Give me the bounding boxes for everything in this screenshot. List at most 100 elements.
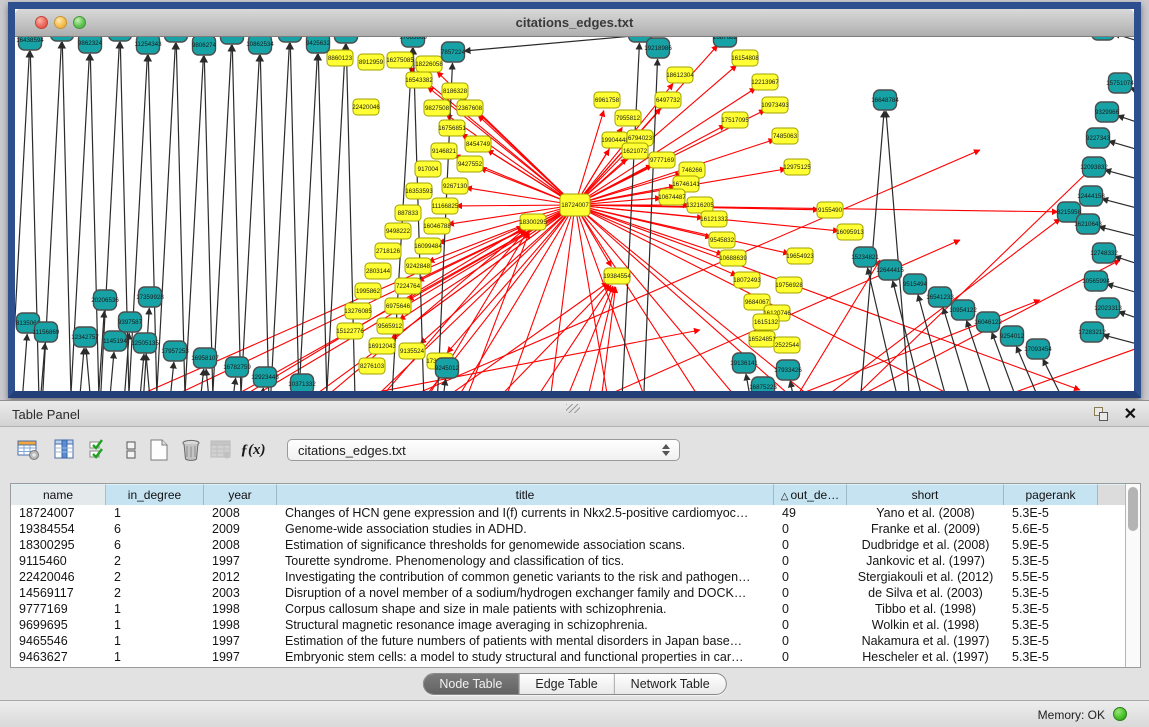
table-row[interactable]: 1830029562008Estimation of significance …	[11, 537, 1125, 553]
tab-network-table[interactable]: Network Table	[615, 674, 726, 694]
graph-edge	[229, 378, 236, 391]
cell-out_de: 0	[774, 521, 847, 537]
graph-edge	[1118, 312, 1134, 326]
graph-edge	[167, 362, 174, 391]
memory-status-label: Memory: OK	[1038, 708, 1105, 722]
cell-year: 2012	[204, 569, 277, 585]
column-header-short[interactable]: short	[847, 484, 1004, 505]
cell-name: 22420046	[11, 569, 106, 585]
table-row[interactable]: 1938455462009Genome-wide association stu…	[11, 521, 1125, 537]
vertical-scrollbar[interactable]	[1125, 484, 1140, 667]
graph-node-label: 1615132	[754, 319, 779, 326]
graph-node-label: 12923448	[251, 374, 279, 381]
table-select-dropdown[interactable]: citations_edges.txt	[287, 439, 680, 461]
import-table-disabled-icon[interactable]	[208, 437, 234, 463]
delete-table-icon[interactable]	[178, 437, 204, 463]
cell-in_degree: 2	[106, 585, 204, 601]
network-canvas[interactable]: 1872400718300295193845548860123891295916…	[15, 37, 1134, 391]
graph-node-label: 16210643	[1074, 221, 1102, 228]
graph-node-label: 9684067	[745, 299, 770, 306]
graph-node-label: 12644415	[876, 267, 904, 274]
graph-node-label: 18724007	[561, 202, 589, 209]
graph-node[interactable]	[335, 37, 358, 43]
column-header-in_degree[interactable]: in_degree	[106, 484, 204, 505]
cell-pagerank: 5.3E-5	[1004, 649, 1098, 665]
graph-edge	[257, 388, 263, 391]
network-window: citations_edges.txt 18724007183002951938…	[8, 2, 1141, 398]
scrollbar-thumb[interactable]	[1128, 487, 1138, 531]
cell-in_degree: 1	[106, 649, 204, 665]
graph-node[interactable]	[279, 37, 302, 42]
graph-node-label: 1995862	[356, 288, 381, 295]
graph-node-label: 22420046	[352, 104, 380, 111]
graph-node-label: 16543382	[405, 77, 433, 84]
table-panel-header: Table Panel ✕	[0, 400, 1149, 427]
graph-node-label: 12505135	[131, 340, 159, 347]
graph-edge	[120, 205, 575, 391]
dropdown-selected-value: citations_edges.txt	[298, 443, 406, 458]
graph-node-label: 16353593	[405, 188, 433, 195]
column-header-pagerank[interactable]: pagerank	[1004, 484, 1098, 505]
cell-year: 1997	[204, 649, 277, 665]
sort-ascending-icon: △	[781, 491, 789, 502]
table-row[interactable]: 1456911722003Disruption of a novel membe…	[11, 585, 1125, 601]
column-header-year[interactable]: year	[204, 484, 277, 505]
graph-edge	[1109, 141, 1134, 156]
graph-node-label: 16875223	[749, 384, 777, 391]
cell-in_degree: 1	[106, 617, 204, 633]
table-row[interactable]: 911546021997Tourette syndrome. Phenomeno…	[11, 553, 1125, 569]
tab-node-table[interactable]: Node Table	[423, 674, 519, 694]
function-builder-icon[interactable]: ƒ(x)	[240, 437, 266, 463]
column-header-title[interactable]: title	[277, 484, 774, 505]
select-all-rows-icon[interactable]	[86, 437, 112, 463]
dropdown-stepper-icon	[662, 444, 670, 456]
new-table-icon[interactable]	[146, 437, 172, 463]
cell-short: de Silva et al. (2003)	[847, 585, 1004, 601]
rows-icon[interactable]	[118, 437, 144, 463]
graph-node-label: 9862324	[78, 40, 103, 47]
window-titlebar[interactable]: citations_edges.txt	[15, 9, 1134, 37]
graph-node-label: 16046788	[423, 223, 451, 230]
float-panel-button[interactable]	[1094, 407, 1109, 422]
cell-title: Changes of HCN gene expression and I(f) …	[277, 505, 774, 521]
graph-edge	[1105, 170, 1134, 185]
graph-node-label: 9155490	[818, 207, 843, 214]
graph-node-label: 19136141	[730, 360, 758, 367]
tab-edge-table[interactable]: Edge Table	[519, 674, 614, 694]
column-header-out_de[interactable]: △out_de…	[774, 484, 847, 505]
graph-edge	[1043, 359, 1078, 391]
graph-node-label: 12213967	[751, 79, 779, 86]
table-row[interactable]: 2242004622012Investigating the contribut…	[11, 569, 1125, 585]
memory-status-indicator[interactable]	[1113, 707, 1127, 721]
graph-node-label: 8912959	[359, 59, 384, 66]
graph-node[interactable]	[165, 37, 188, 42]
graph-node-label: 8215958	[1057, 209, 1082, 216]
cell-title: Structural magnetic resonance image aver…	[277, 617, 774, 633]
table-row[interactable]: 946554611997Estimation of the future num…	[11, 633, 1125, 649]
table-row[interactable]: 1872400712008Changes of HCN gene express…	[11, 505, 1125, 521]
cell-name: 18300295	[11, 537, 106, 553]
split-pane-grip[interactable]	[566, 404, 580, 413]
table-row[interactable]: 969969511998Structural magnetic resonanc…	[11, 617, 1125, 633]
table-row[interactable]: 946362711997Embryonic stem cells: a mode…	[11, 649, 1125, 665]
graph-node[interactable]	[109, 37, 132, 41]
close-panel-button[interactable]: ✕	[1124, 404, 1137, 424]
column-header-name[interactable]: name	[11, 484, 106, 505]
table-row[interactable]: 977716911998Corpus callosum shape and si…	[11, 601, 1125, 617]
table-settings-icon[interactable]	[16, 437, 42, 463]
graph-node[interactable]	[1092, 37, 1115, 40]
graph-node-label: 15234821	[851, 254, 879, 261]
graph-edge	[120, 228, 524, 391]
cell-out_de: 0	[774, 617, 847, 633]
graph-edge	[1102, 199, 1134, 214]
graph-node[interactable]	[51, 37, 74, 41]
graph-node-label: 746266	[682, 167, 703, 174]
graph-node-label: 9425632	[306, 40, 331, 47]
graph-node[interactable]	[221, 37, 244, 44]
cell-pagerank: 5.9E-5	[1004, 537, 1098, 553]
graph-edge	[560, 287, 616, 391]
table-header-row: namein_degreeyeartitle△out_de…shortpager…	[11, 484, 1125, 505]
table-column-icon[interactable]	[52, 437, 78, 463]
cell-short: Wolkin et al. (1998)	[847, 617, 1004, 633]
graph-node-label: 8454749	[466, 141, 491, 148]
